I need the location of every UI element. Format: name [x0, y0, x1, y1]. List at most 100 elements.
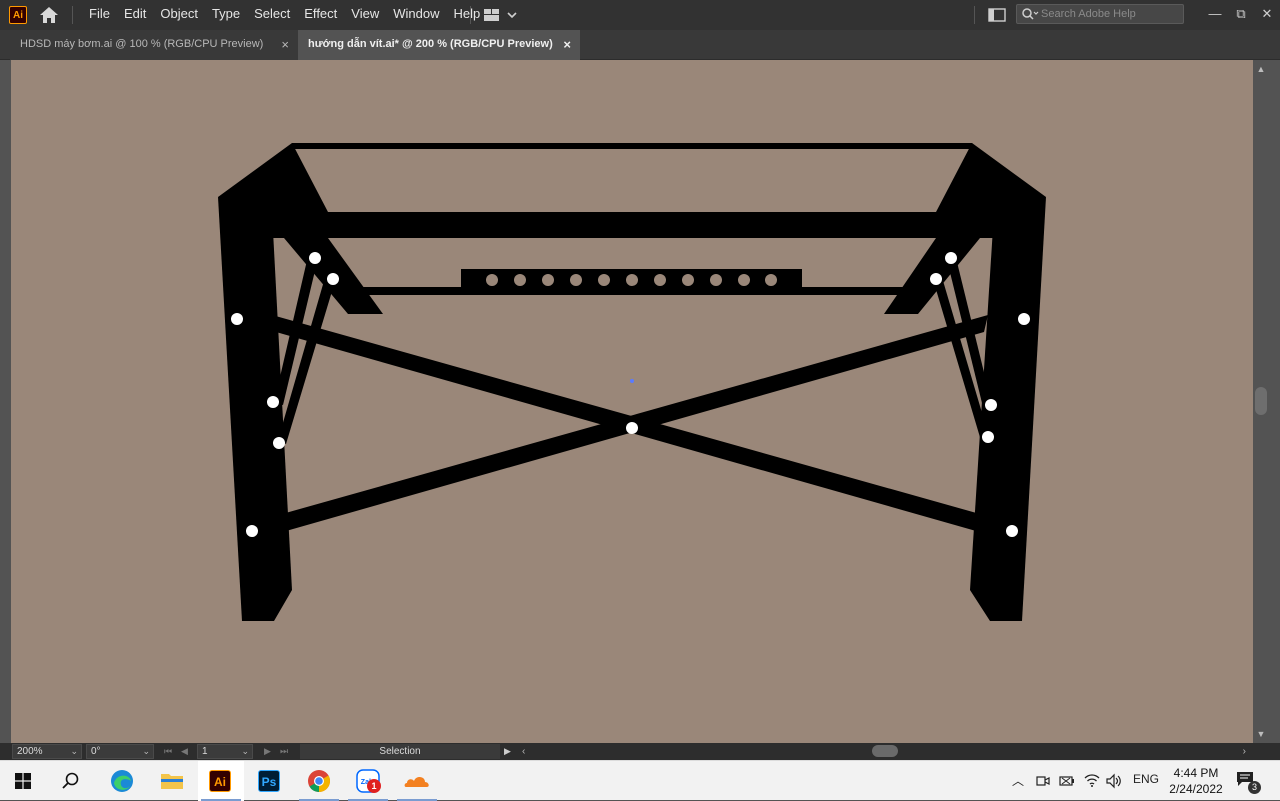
plate-hole [710, 274, 722, 286]
menu-effect[interactable]: Effect [297, 0, 344, 30]
menu-type[interactable]: Type [205, 0, 247, 30]
chevron-down-icon[interactable]: ⌄ [142, 745, 150, 758]
arrange-documents-icon[interactable] [988, 8, 1006, 22]
next-artboard-icon[interactable]: ▶ [264, 745, 271, 758]
current-tool-label: Selection [379, 746, 421, 757]
screw-hole [1018, 313, 1030, 325]
taskbar-cloudflare[interactable] [394, 761, 440, 801]
screw-hole [246, 525, 258, 537]
taskbar-search-button[interactable] [48, 761, 94, 801]
plate-hole [598, 274, 610, 286]
restore-button[interactable]: ⧉ [1228, 0, 1254, 30]
chevron-down-icon[interactable]: ⌄ [70, 745, 78, 758]
clock[interactable]: 4:44 PM 2/24/2022 [1163, 765, 1229, 797]
screw-hole [231, 313, 243, 325]
horizontal-scrollbar[interactable]: ‹ › [520, 744, 1250, 759]
artboard-canvas[interactable] [11, 60, 1253, 743]
screw-hole [267, 396, 279, 408]
taskbar-zalo[interactable]: Zalo 1 [345, 761, 391, 801]
zoom-value: 200% [17, 746, 43, 757]
menu-edit[interactable]: Edit [117, 0, 153, 30]
plate-hole [542, 274, 554, 286]
window-controls: — ⧉ ✕ [1202, 0, 1280, 30]
zoom-field[interactable]: 200% ⌄ [12, 744, 82, 759]
volume-icon[interactable] [1106, 773, 1122, 789]
menu-file[interactable]: File [82, 0, 117, 30]
vertical-scrollbar[interactable]: ▲ ▼ [1253, 60, 1269, 743]
scroll-down-icon[interactable]: ▼ [1256, 729, 1266, 739]
status-bar: 200% ⌄ 0° ⌄ ⏮ ◀ 1 ⌄ ▶ ⏭ Selection ▶ ‹ › [0, 743, 1280, 760]
menu-view[interactable]: View [344, 0, 386, 30]
screw-hole [1006, 525, 1018, 537]
screw-hole [273, 437, 285, 449]
screw-hole [309, 252, 321, 264]
screw-hole [982, 431, 994, 443]
vertical-scroll-thumb[interactable] [1255, 387, 1267, 415]
windows-taskbar: Ai Ps Zalo 1 ︿ [0, 760, 1280, 801]
plate-hole [570, 274, 582, 286]
first-artboard-icon[interactable]: ⏮ [164, 745, 172, 758]
search-help-field[interactable]: Search Adobe Help [1016, 4, 1184, 24]
illustrator-icon: Ai [209, 770, 231, 792]
photoshop-icon: Ps [258, 770, 280, 792]
tab-label: hướng dẫn vít.ai* @ 200 % (RGB/CPU Previ… [308, 38, 553, 50]
artboard-number-field[interactable]: 1 ⌄ [197, 744, 253, 759]
taskbar-file-explorer[interactable] [149, 761, 195, 801]
screw-hole [626, 422, 638, 434]
right-gutter [1269, 60, 1280, 760]
scroll-left-icon[interactable]: ‹ [522, 744, 525, 759]
input-language[interactable]: ENG [1133, 772, 1159, 786]
upper-crossbar [328, 212, 940, 238]
last-artboard-icon[interactable]: ⏭ [280, 745, 288, 758]
previous-artboard-icon[interactable]: ◀ [181, 745, 188, 758]
plate-hole [514, 274, 526, 286]
plate-hole [626, 274, 638, 286]
status-menu-arrow-icon[interactable]: ▶ [504, 745, 511, 758]
menu-select[interactable]: Select [247, 0, 297, 30]
scroll-right-icon[interactable]: › [1243, 744, 1246, 759]
right-leg [970, 197, 1046, 621]
menu-window[interactable]: Window [386, 0, 446, 30]
search-icon [62, 772, 79, 789]
start-button[interactable] [0, 761, 46, 801]
edge-icon [111, 770, 133, 792]
rotation-field[interactable]: 0° ⌄ [86, 744, 154, 759]
chevron-down-icon[interactable]: ⌄ [241, 745, 249, 758]
cloudflare-icon [404, 776, 429, 787]
screw-hole [930, 273, 942, 285]
frame-artwork[interactable] [11, 60, 1253, 743]
close-icon[interactable]: × [281, 30, 289, 59]
document-tab-bar: HDSD máy bơm.ai @ 100 % (RGB/CPU Preview… [0, 30, 1280, 60]
battery-icon[interactable] [1059, 773, 1075, 789]
plate-hole [486, 274, 498, 286]
close-icon[interactable]: × [563, 30, 571, 59]
meet-now-icon[interactable] [1036, 773, 1050, 789]
rotation-value: 0° [91, 746, 101, 757]
workspace-switcher-icon[interactable] [482, 7, 518, 23]
scroll-up-icon[interactable]: ▲ [1256, 64, 1266, 74]
tab-huong-dan-vit[interactable]: hướng dẫn vít.ai* @ 200 % (RGB/CPU Previ… [298, 30, 580, 60]
windows-start-icon [15, 773, 31, 789]
clock-time: 4:44 PM [1173, 766, 1219, 780]
clock-date: 2/24/2022 [1169, 782, 1223, 796]
home-icon[interactable] [38, 5, 60, 25]
zalo-notification-badge: 1 [367, 779, 381, 793]
show-hidden-icons-icon[interactable]: ︿ [1012, 772, 1024, 789]
notification-center-button[interactable]: 3 [1236, 771, 1261, 794]
close-button[interactable]: ✕ [1254, 0, 1280, 30]
tab-hdsd-may-bom[interactable]: HDSD máy bơm.ai @ 100 % (RGB/CPU Preview… [10, 30, 298, 60]
menu-separator [974, 6, 975, 24]
current-tool-display: Selection [300, 744, 500, 759]
taskbar-edge[interactable] [99, 761, 145, 801]
menu-object[interactable]: Object [153, 0, 205, 30]
menu-bar: Ai File Edit Object Type Select Effect V… [0, 0, 1280, 30]
main-menu: File Edit Object Type Select Effect View… [82, 0, 487, 30]
search-placeholder: Search Adobe Help [1041, 8, 1136, 20]
taskbar-illustrator[interactable]: Ai [198, 761, 244, 801]
taskbar-chrome[interactable] [296, 761, 342, 801]
horizontal-scroll-thumb[interactable] [872, 745, 898, 757]
minimize-button[interactable]: — [1202, 0, 1228, 30]
illustrator-logo: Ai [9, 6, 27, 24]
taskbar-photoshop[interactable]: Ps [247, 761, 293, 801]
wifi-icon[interactable] [1084, 772, 1100, 788]
